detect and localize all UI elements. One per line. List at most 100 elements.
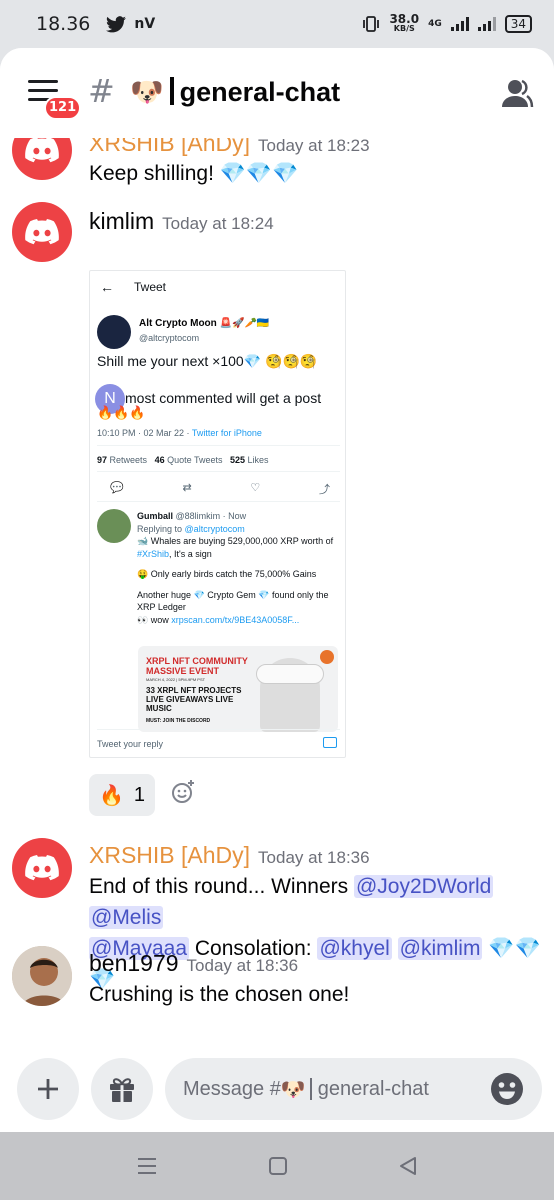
recent-apps-icon[interactable] <box>136 1156 158 1176</box>
system-nav-bar <box>0 1132 554 1200</box>
reply-line1: 🐋 Whales are buying 529,000,000 XRP wort… <box>137 536 334 546</box>
gift-button[interactable] <box>91 1058 153 1120</box>
username[interactable]: ben1979 <box>89 950 179 976</box>
tweet-author-handle: @altcryptocom <box>139 333 200 343</box>
channel-divider <box>169 77 174 105</box>
message-header: kimlim Today at 18:24 <box>89 208 274 235</box>
reaction-chip[interactable]: 🔥 1 <box>89 774 155 816</box>
message-text: Keep shilling! 💎💎💎 <box>89 158 298 189</box>
person-photo <box>12 946 72 1006</box>
tweet-meta: 10:10 PM · 02 Mar 22 · Twitter for iPhon… <box>97 428 262 438</box>
channel-title[interactable]: 🐶 general-chat <box>130 76 340 108</box>
reply-line2: 🤑 Only early birds catch the 75,000% Gai… <box>137 569 317 579</box>
mention[interactable]: @kimlim <box>397 937 483 960</box>
tweet-reply: Gumball @88limkim · Now Replying to @alt… <box>137 510 342 626</box>
back-arrow-icon: ← <box>100 279 114 295</box>
discord-logo-icon <box>25 855 59 881</box>
message-input[interactable]: Message # 🐶 general-chat <box>165 1058 542 1120</box>
mention[interactable]: @Joy2DWorld <box>353 875 494 898</box>
promo-image: XRPL NFT COMMUNITY MASSIVE EVENT MARCH 4… <box>138 646 338 732</box>
message-text: Crushing is the chosen one! <box>89 983 350 1006</box>
members-icon[interactable] <box>500 78 534 108</box>
reply-line1-end: , It's a sign <box>169 548 212 559</box>
signal-icon-2 <box>477 17 496 31</box>
tweet-actions: 💬 ⇄ ♡ ⤴ <box>110 481 330 497</box>
divider <box>97 445 340 446</box>
username[interactable]: XRSHIB [AhDy] <box>89 842 250 868</box>
message-header: XRSHIB [AhDy] Today at 18:36 <box>89 842 370 869</box>
net-speed-unit: KB/S <box>393 24 415 33</box>
message-body: Keep shilling! <box>89 162 214 185</box>
status-bar: 18.36 nV 38.0 KB/S 4G 34 <box>0 0 554 48</box>
reply-line4-prefix: 👀 wow <box>137 614 169 625</box>
network-speed: 38.0 KB/S <box>389 12 420 34</box>
carrier-label: nV <box>134 16 156 32</box>
placeholder-divider <box>309 1078 312 1100</box>
timestamp: Today at 18:24 <box>162 214 274 233</box>
user-photo-avatar[interactable] <box>12 946 72 1006</box>
twitter-icon <box>106 15 127 32</box>
like-count: 525 <box>230 455 246 465</box>
battery-indicator: 34 <box>504 15 532 33</box>
reply-name: Gumball <box>137 511 174 521</box>
gift-icon <box>110 1078 134 1102</box>
discord-logo-icon <box>25 137 59 163</box>
replying-to-handle: @altcryptocom <box>184 523 245 534</box>
replying-to-label: Replying to <box>137 523 183 534</box>
camera-icon <box>323 737 337 748</box>
mention[interactable]: @khyel <box>317 937 392 960</box>
channel-header: 121 # 🐶 general-chat <box>0 48 554 138</box>
message-body: End of this round... Winners <box>89 875 349 898</box>
message-composer: Message # 🐶 general-chat <box>0 1058 554 1132</box>
channel-emoji: 🐶 <box>130 77 164 107</box>
unread-badge: 121 <box>44 96 82 120</box>
tweet-body-line1: Shill me your next ×100💎 🧐🧐🧐 <box>97 353 318 369</box>
chat-panel: 121 # 🐶 general-chat XRSHIB [AhDy] Today a… <box>0 48 554 1132</box>
promo-lines: 33 XRPL NFT PROJECTS LIVE GIVEAWAYS LIVE… <box>146 686 242 713</box>
tweet-author-avatar <box>97 315 131 349</box>
emoji-picker-icon[interactable] <box>490 1072 524 1106</box>
reaction-count: 1 <box>133 783 146 806</box>
reply-handle: @88limkim · Now <box>175 511 247 521</box>
divider <box>97 501 340 502</box>
timestamp: Today at 18:23 <box>258 136 370 155</box>
tweet-image-attachment[interactable]: ← Tweet Alt Crypto Moon 🚨🚀🥕🇺🇦 @altcrypto… <box>89 270 346 758</box>
quote-label: Quote Tweets <box>167 455 223 465</box>
add-attachment-button[interactable] <box>17 1058 79 1120</box>
timestamp: Today at 18:36 <box>186 956 299 975</box>
channel-hash-icon: # <box>88 72 115 110</box>
like-label: Likes <box>247 455 269 465</box>
add-reaction-icon[interactable] <box>171 780 195 804</box>
status-time: 18.36 <box>36 13 91 35</box>
tweet-header-title: Tweet <box>134 280 167 294</box>
timestamp: Today at 18:36 <box>258 848 370 867</box>
promo-date: MARCH 4, 2022 | 5PM-9PM PST <box>146 677 206 682</box>
promo-must: MUST: JOIN THE DISCORD <box>146 718 211 724</box>
discord-logo-icon <box>25 219 59 245</box>
discord-avatar[interactable] <box>12 202 72 262</box>
network-type: 4G <box>428 19 442 29</box>
fire-emoji: 🔥 <box>98 784 124 807</box>
retweet-icon: ⇄ <box>182 482 192 494</box>
retweet-count: 97 <box>97 455 108 465</box>
retweet-label: Retweets <box>109 455 148 465</box>
gem-emojis: 💎💎💎 <box>219 162 299 185</box>
discord-avatar[interactable] <box>12 838 72 898</box>
tweet-time: 10:10 PM · 02 Mar 22 · <box>97 428 190 438</box>
net-speed-value: 38.0 <box>389 12 420 26</box>
reply-line3: Another huge 💎 Crypto Gem 💎 found only t… <box>137 589 329 613</box>
back-icon[interactable] <box>398 1156 418 1176</box>
divider <box>97 729 340 730</box>
username[interactable]: kimlim <box>89 208 154 234</box>
reply-author-avatar <box>97 509 131 543</box>
heart-icon: ♡ <box>250 482 261 494</box>
tweet-stats: 97 Retweets 46 Quote Tweets 525 Likes <box>97 455 269 465</box>
tweet-topbar: ← Tweet <box>90 271 345 303</box>
plus-icon <box>38 1079 58 1099</box>
home-icon[interactable] <box>268 1156 288 1176</box>
divider <box>97 471 340 472</box>
channel-name-text: general-chat <box>179 77 341 107</box>
promo-title: XRPL NFT COMMUNITY MASSIVE EVENT <box>146 656 248 676</box>
mention[interactable]: @Melis <box>89 906 164 929</box>
signal-icon <box>450 17 469 31</box>
